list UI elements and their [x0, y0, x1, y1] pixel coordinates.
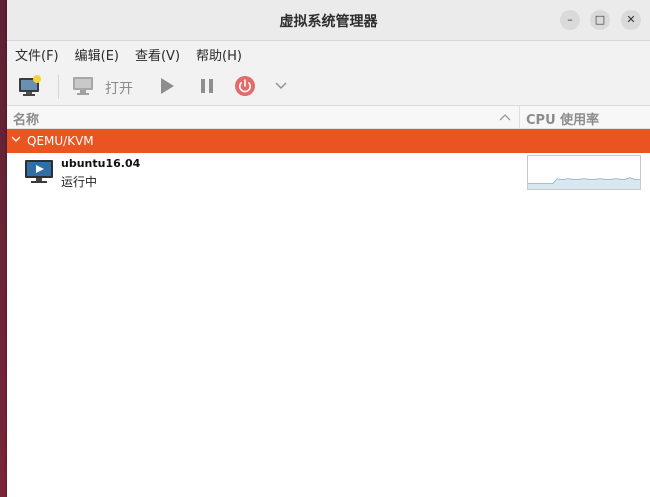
new-vm-icon — [19, 75, 41, 96]
menu-help[interactable]: 帮助(H) — [196, 45, 242, 64]
minimize-button[interactable]: – — [560, 10, 580, 30]
open-button-label[interactable]: 打开 — [105, 78, 133, 98]
shutdown-dropdown[interactable] — [273, 78, 289, 94]
title-bar[interactable]: 虚拟系统管理器 – □ ✕ — [7, 0, 650, 41]
menu-edit[interactable]: 编辑(E) — [75, 45, 119, 64]
cpu-usage-graph — [527, 155, 641, 190]
play-icon — [161, 78, 174, 94]
monitor-icon — [73, 77, 93, 95]
run-button[interactable] — [157, 76, 177, 96]
column-separator[interactable] — [519, 106, 520, 128]
close-icon: ✕ — [626, 13, 636, 26]
connection-row-qemu-kvm[interactable]: QEMU/KVM — [7, 129, 650, 153]
window-title: 虚拟系统管理器 — [279, 14, 378, 30]
chevron-down-icon — [275, 82, 287, 89]
vm-running-icon — [24, 159, 54, 189]
shutdown-button[interactable] — [234, 75, 256, 97]
column-cpu-header[interactable]: CPU 使用率 — [526, 109, 599, 128]
pause-icon — [201, 79, 213, 93]
minimize-icon: – — [567, 13, 573, 26]
toolbar-separator — [58, 75, 59, 99]
connection-label: QEMU/KVM — [27, 134, 94, 148]
sort-ascending-icon[interactable] — [499, 108, 511, 124]
vm-name: ubuntu16.04 — [61, 157, 141, 170]
pause-button[interactable] — [197, 76, 217, 96]
expand-chevron-icon[interactable] — [11, 133, 21, 146]
close-button[interactable]: ✕ — [621, 10, 641, 30]
column-header: 名称 CPU 使用率 — [7, 106, 650, 129]
column-name-header[interactable]: 名称 — [13, 109, 39, 128]
power-icon — [235, 76, 255, 96]
maximize-button[interactable]: □ — [590, 10, 610, 30]
toolbar: 打开 — [7, 67, 650, 106]
menu-file[interactable]: 文件(F) — [15, 45, 59, 64]
maximize-icon: □ — [594, 13, 606, 26]
new-vm-button[interactable] — [17, 74, 43, 98]
menu-bar: 文件(F) 编辑(E) 查看(V) 帮助(H) — [7, 41, 650, 67]
open-button[interactable] — [71, 75, 95, 97]
vm-row[interactable]: ubuntu16.04 运行中 — [7, 153, 650, 193]
virt-manager-window: 虚拟系统管理器 – □ ✕ 文件(F) 编辑(E) 查看(V) 帮助(H) 打开… — [7, 0, 650, 497]
vm-status: 运行中 — [61, 175, 98, 189]
menu-view[interactable]: 查看(V) — [135, 45, 180, 64]
